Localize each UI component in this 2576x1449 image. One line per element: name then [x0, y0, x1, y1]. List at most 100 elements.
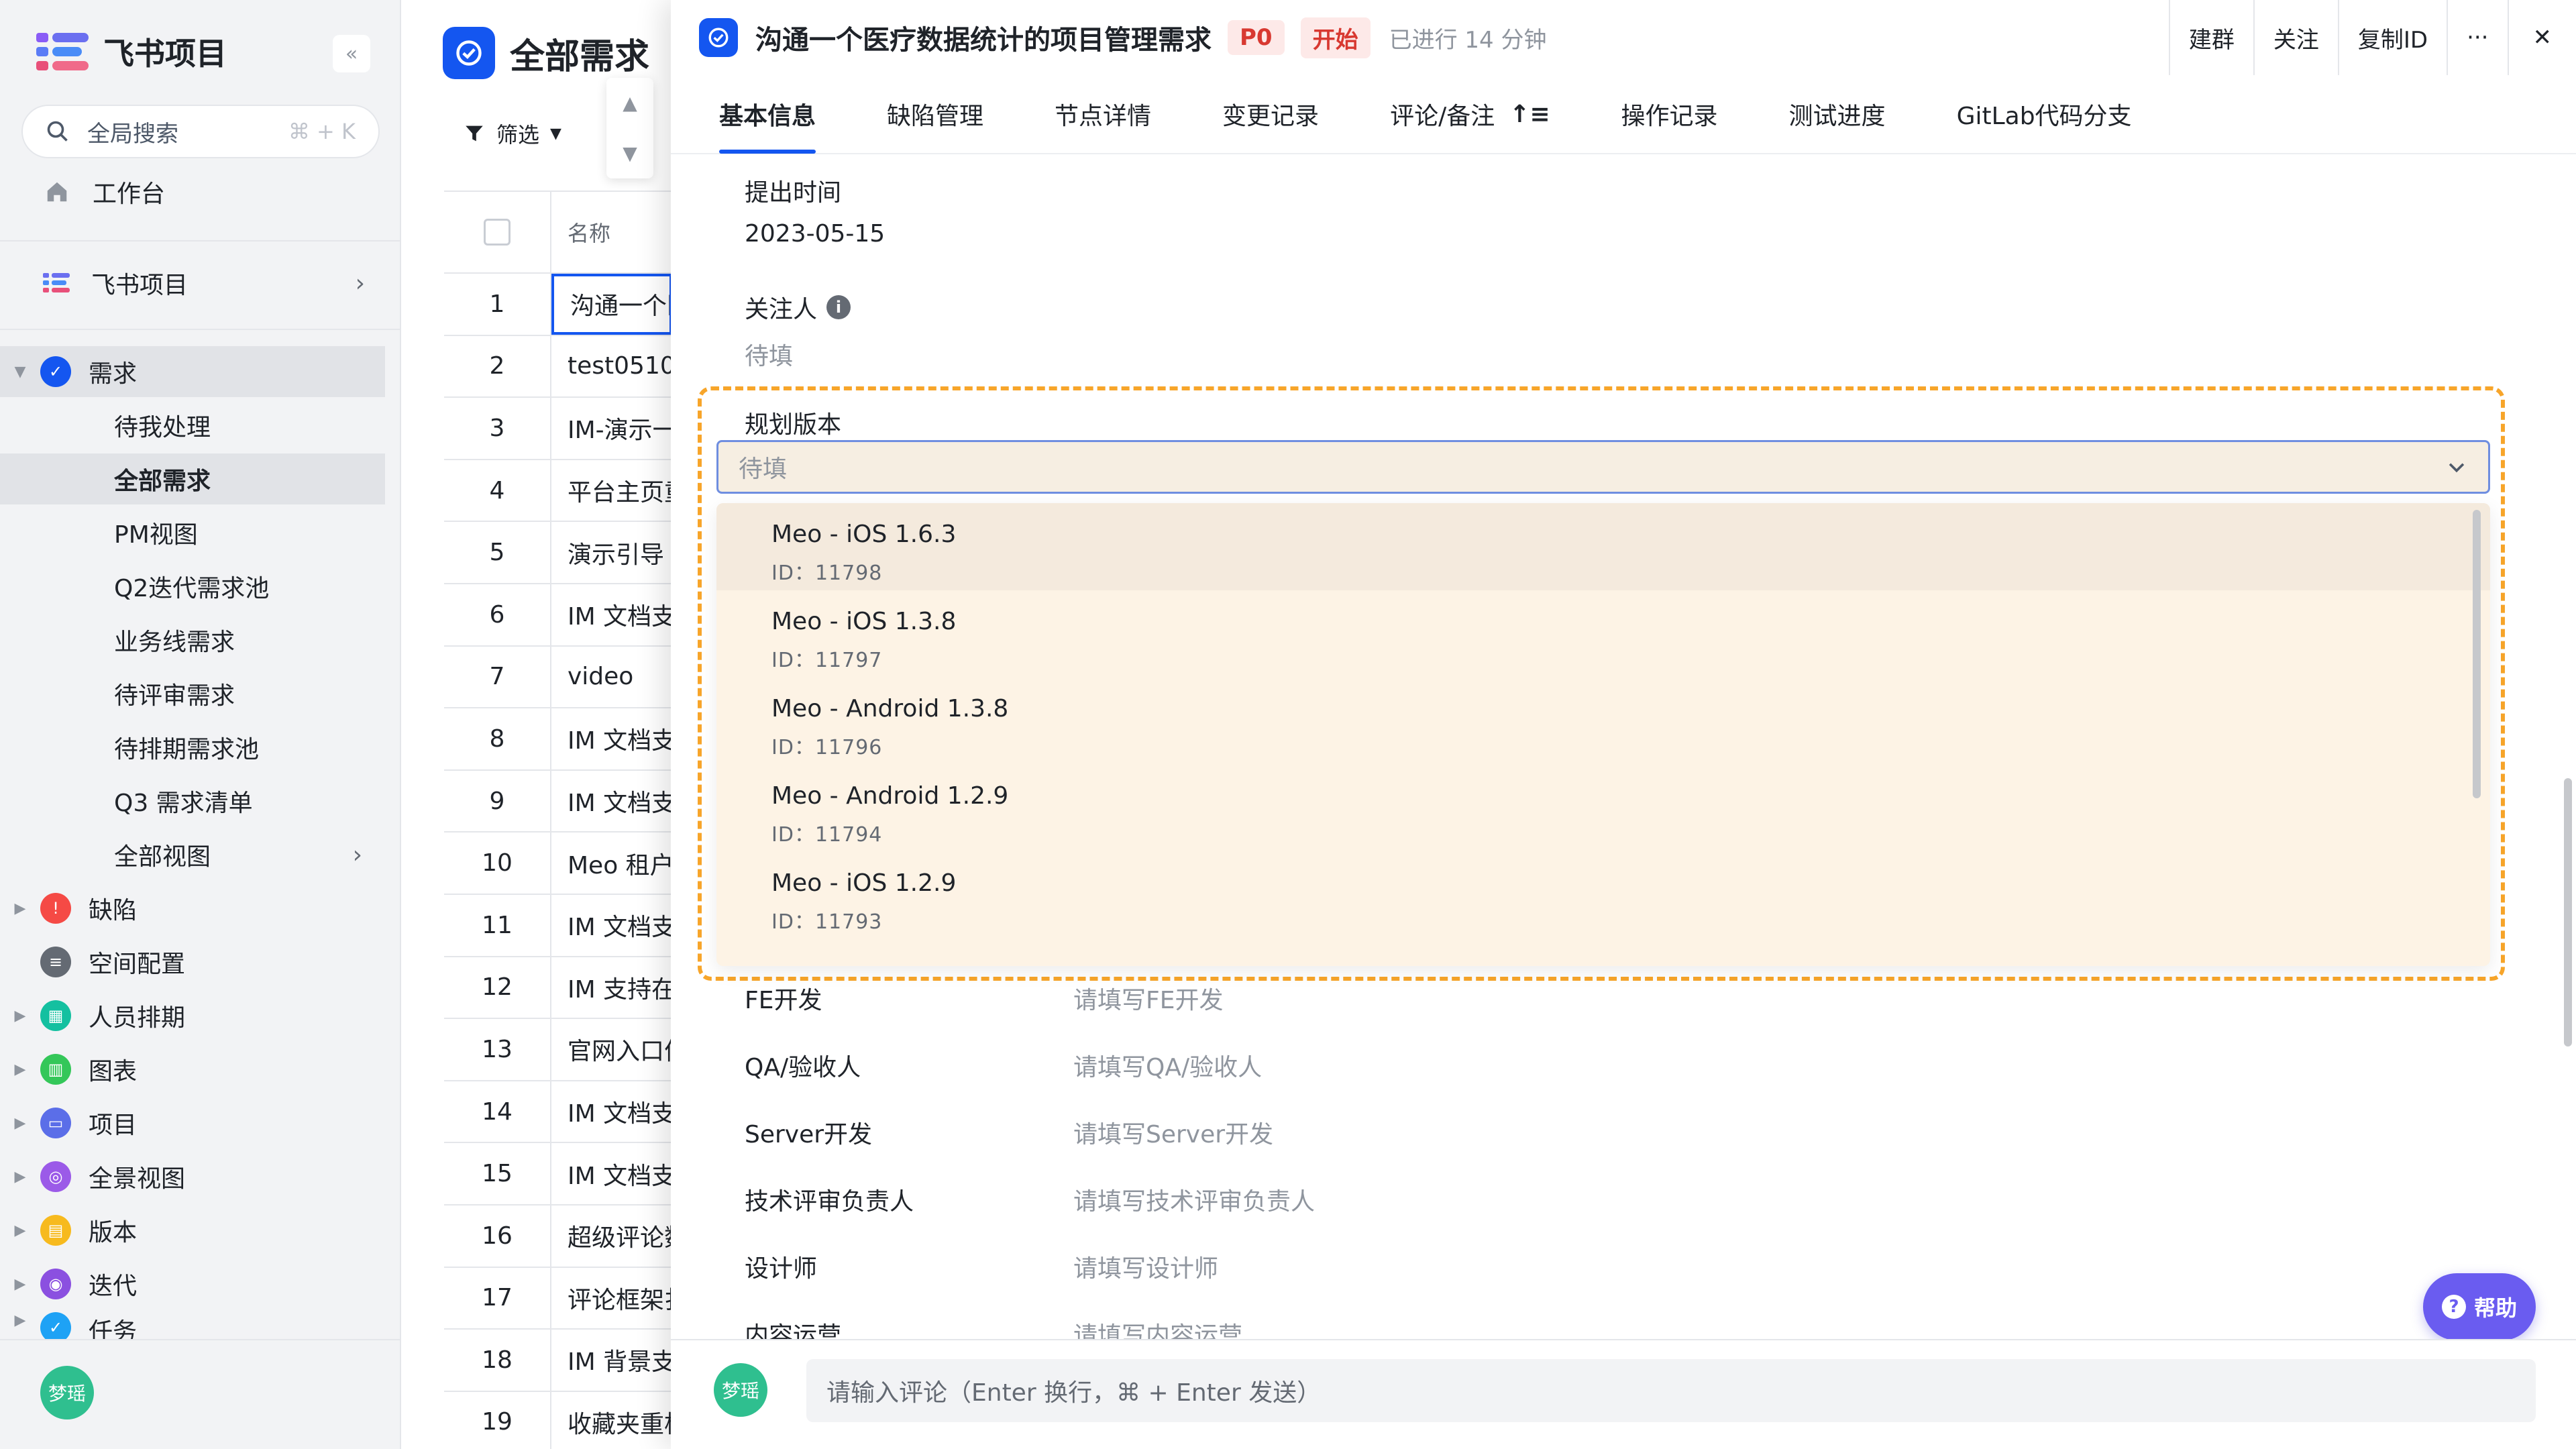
table-row[interactable]: 18 IM 背景支 [444, 1330, 672, 1392]
row-name[interactable]: 官网入口优 [551, 1032, 672, 1067]
copy-id-button[interactable]: 复制ID [2337, 0, 2447, 75]
row-name[interactable]: Meo 租户 [551, 846, 672, 881]
app-logo[interactable]: 飞书项目 [36, 30, 227, 74]
row-name[interactable]: 平台主页重 [551, 473, 672, 508]
row-name[interactable]: 收藏夹重构 [551, 1405, 672, 1440]
row-name[interactable]: IM 背景支 [551, 1342, 672, 1377]
row-name[interactable]: 评论框架扌 [551, 1281, 672, 1316]
sidebar-item-pm-view[interactable]: PM视图 [0, 507, 385, 558]
space-switcher[interactable]: 飞书项目 › [0, 258, 385, 309]
table-row[interactable]: 13官网入口优 [444, 1019, 672, 1081]
sidebar-item-project[interactable]: ▶ ▭ 项目 [0, 1097, 385, 1148]
table-row[interactable]: 6 IM 文档支 [444, 584, 672, 647]
column-name-header[interactable]: 名称 [551, 217, 672, 248]
select-all-checkbox[interactable] [484, 219, 511, 246]
sidebar-item-pending-review[interactable]: 待评审需求 [0, 668, 385, 719]
sidebar-item-staff-schedule[interactable]: ▶ ▦ 人员排期 [0, 990, 385, 1041]
row-name[interactable]: video [551, 663, 672, 690]
tab-defects[interactable]: 缺陷管理 [887, 74, 983, 154]
row-name[interactable]: IM 文档支 [551, 1094, 672, 1129]
fe-dev-field[interactable]: 请填写FE开发 [1073, 981, 1223, 1016]
row-name[interactable]: IM 文档支 [551, 1157, 672, 1191]
row-name[interactable]: 演示引导 [551, 535, 672, 570]
tab-test-progress[interactable]: 测试进度 [1789, 74, 1886, 154]
table-row[interactable]: 4平台主页重 [444, 460, 672, 523]
sidebar-item-defect[interactable]: ▶ ! 缺陷 [0, 883, 385, 934]
scroll-stepper[interactable]: ▲ ▼ [606, 78, 653, 178]
collapse-sidebar-button[interactable]: « [333, 35, 370, 72]
tab-change-log[interactable]: 变更记录 [1222, 74, 1319, 154]
row-name[interactable]: 超级评论数 [551, 1218, 672, 1253]
version-option[interactable]: Meo - Android 1.2.9 ID：11794 [716, 765, 2490, 852]
list-title[interactable]: 全部需求 [510, 28, 649, 78]
table-row[interactable]: 15 IM 文档支 [444, 1143, 672, 1205]
table-row[interactable]: 5 演示引导 [444, 522, 672, 584]
sidebar-item-task[interactable]: ▶ ✓ 任务 [0, 1312, 385, 1339]
more-icon[interactable]: ··· [2447, 0, 2507, 75]
tab-gitlab-branch[interactable]: GitLab代码分支 [1957, 74, 2132, 154]
server-dev-field[interactable]: 请填写Server开发 [1073, 1115, 1273, 1150]
row-name[interactable]: IM 文档支 [551, 597, 672, 632]
global-search-input[interactable]: 全局搜索 ⌘ + K [21, 105, 380, 158]
dropdown-scrollbar[interactable] [2473, 510, 2481, 798]
follower-value[interactable]: 待填 [745, 337, 793, 372]
table-row[interactable]: 14 IM 文档支 [444, 1081, 672, 1144]
arrow-up-icon[interactable]: ▲ [606, 78, 653, 128]
help-button[interactable]: ? 帮助 [2423, 1273, 2536, 1340]
sidebar-item-demand[interactable]: ▼ ✓ 需求 [0, 346, 385, 397]
submit-time-value[interactable]: 2023-05-15 [745, 220, 885, 248]
table-row[interactable]: 7 video [444, 646, 672, 709]
sidebar-item-space-config[interactable]: ≡ 空间配置 [0, 936, 385, 987]
tab-comments[interactable]: 评论/备注 ↑≡ [1390, 74, 1550, 154]
table-row[interactable]: 19收藏夹重构 [444, 1391, 672, 1449]
sidebar-item-business-line[interactable]: 业务线需求 [0, 614, 385, 665]
create-group-button[interactable]: 建群 [2168, 0, 2253, 75]
table-row[interactable]: 11 IM 文档支 [444, 894, 672, 957]
user-avatar[interactable]: 梦瑶 [40, 1366, 94, 1419]
table-row[interactable]: 9 IM 文档支 [444, 770, 672, 833]
sidebar-item-panorama[interactable]: ▶ ◎ 全景视图 [0, 1151, 385, 1202]
sidebar-item-q2-pool[interactable]: Q2迭代需求池 [0, 561, 385, 612]
priority-badge[interactable]: P0 [1228, 20, 1285, 55]
table-row[interactable]: 16超级评论数 [444, 1205, 672, 1268]
status-badge[interactable]: 开始 [1300, 17, 1371, 58]
sidebar-item-iteration[interactable]: ▶ ◉ 迭代 [0, 1258, 385, 1309]
row-name[interactable]: IM 支持在 [551, 970, 672, 1005]
table-row[interactable]: 12 IM 支持在 [444, 957, 672, 1020]
table-row[interactable]: 10 Meo 租户 [444, 833, 672, 895]
table-row[interactable]: 3 IM-演示一 [444, 398, 672, 460]
panel-scrollbar[interactable] [2564, 778, 2572, 1046]
close-icon[interactable]: ✕ [2507, 0, 2576, 75]
tab-basic-info[interactable]: 基本信息 [719, 74, 816, 154]
designer-field[interactable]: 请填写设计师 [1073, 1249, 1218, 1284]
filter-button[interactable]: 筛选 ▼ [463, 118, 561, 149]
detail-title[interactable]: 沟通一个医疗数据统计的项目管理需求 [755, 18, 1212, 57]
sort-icon[interactable]: ↑≡ [1509, 101, 1550, 128]
version-option[interactable]: Meo - iOS 1.2.9 ID：11793 [716, 852, 2490, 939]
comment-input[interactable]: 请输入评论（Enter 换行，⌘ + Enter 发送） [806, 1359, 2536, 1422]
table-row[interactable]: 8 IM 文档支 [444, 708, 672, 771]
table-row[interactable]: 1沟通一个医疗 [444, 274, 672, 336]
row-name[interactable]: test0510 [551, 352, 672, 380]
row-name[interactable]: IM-演示一 [551, 411, 672, 445]
version-option[interactable]: Meo - iOS 1.3.8 ID：11797 [716, 590, 2490, 678]
version-option[interactable]: Meo - Android 1.3.8 ID：11796 [716, 678, 2490, 765]
sidebar-item-q3-list[interactable]: Q3 需求清单 [0, 775, 385, 826]
sidebar-item-my-todo[interactable]: 待我处理 [0, 400, 385, 451]
table-row[interactable]: 17评论框架扌 [444, 1267, 672, 1330]
tech-review-field[interactable]: 请填写技术评审负责人 [1073, 1182, 1315, 1217]
sidebar-item-pending-schedule[interactable]: 待排期需求池 [0, 722, 385, 773]
sidebar-item-workbench[interactable]: 工作台 [0, 166, 385, 217]
row-name[interactable]: 沟通一个医疗 [551, 274, 672, 335]
table-row[interactable]: 2 test0510 [444, 335, 672, 398]
row-name[interactable]: IM 文档支 [551, 908, 672, 943]
info-icon[interactable]: i [826, 295, 851, 319]
sidebar-item-version[interactable]: ▶ ▤ 版本 [0, 1205, 385, 1256]
arrow-down-icon[interactable]: ▼ [606, 128, 653, 178]
sidebar-item-charts[interactable]: ▶ ▥ 图表 [0, 1044, 385, 1095]
follow-button[interactable]: 关注 [2253, 0, 2338, 75]
sidebar-item-all-demands[interactable]: 全部需求 [0, 453, 385, 504]
plan-version-select[interactable]: 待填 [716, 440, 2490, 494]
row-name[interactable]: IM 文档支 [551, 721, 672, 756]
sidebar-item-all-views[interactable]: 全部视图 › [0, 829, 385, 880]
